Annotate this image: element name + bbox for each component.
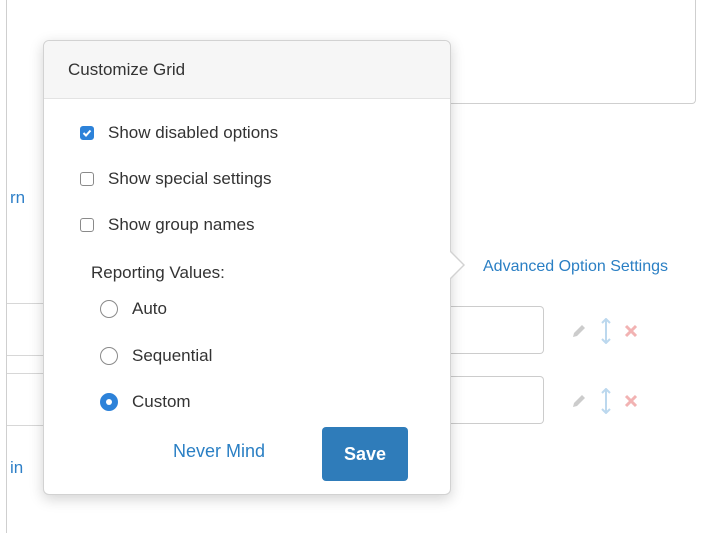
- left-border: [6, 0, 7, 533]
- row-actions: [570, 318, 638, 344]
- in-link-partial[interactable]: in: [10, 458, 23, 478]
- delete-icon[interactable]: [624, 324, 638, 338]
- radio-unselected[interactable]: [100, 347, 118, 365]
- learn-link-partial[interactable]: rn: [10, 188, 25, 208]
- radio-label: Sequential: [132, 346, 213, 365]
- checkmark-icon: [82, 129, 92, 137]
- radio-selected[interactable]: [100, 393, 118, 411]
- row-actions: [570, 388, 638, 414]
- delete-icon[interactable]: [624, 394, 638, 408]
- reporting-values-label: Reporting Values:: [91, 263, 225, 282]
- radio-unselected[interactable]: [100, 300, 118, 318]
- option-input[interactable]: [440, 306, 544, 354]
- divider: [7, 425, 47, 426]
- show-disabled-options-checkbox[interactable]: Show disabled options: [80, 123, 278, 143]
- checkbox-unchecked[interactable]: [80, 172, 94, 186]
- divider: [7, 303, 47, 304]
- radio-sequential[interactable]: Sequential: [100, 346, 212, 366]
- popover-title: Customize Grid: [44, 41, 450, 99]
- never-mind-button[interactable]: Never Mind: [173, 441, 265, 462]
- resize-vertical-icon[interactable]: [600, 388, 612, 414]
- radio-custom[interactable]: Custom: [100, 392, 191, 412]
- divider: [7, 355, 47, 356]
- option-input[interactable]: [440, 376, 544, 424]
- customize-grid-popover: Customize Grid Show disabled options Sho…: [43, 40, 465, 495]
- checkbox-label: Show special settings: [108, 169, 272, 188]
- checkbox-unchecked[interactable]: [80, 218, 94, 232]
- popover-arrow-inner: [450, 252, 463, 278]
- pencil-icon[interactable]: [570, 322, 588, 340]
- save-button[interactable]: Save: [322, 427, 408, 481]
- radio-label: Custom: [132, 392, 191, 411]
- text-area-box: [420, 0, 696, 104]
- show-special-settings-checkbox[interactable]: Show special settings: [80, 169, 271, 189]
- checkbox-checked[interactable]: [80, 126, 94, 140]
- advanced-option-settings-link[interactable]: Advanced Option Settings: [483, 258, 668, 276]
- radio-auto[interactable]: Auto: [100, 299, 167, 319]
- resize-vertical-icon[interactable]: [600, 318, 612, 344]
- show-group-names-checkbox[interactable]: Show group names: [80, 215, 254, 235]
- radio-label: Auto: [132, 299, 167, 318]
- checkbox-label: Show group names: [108, 215, 255, 234]
- checkbox-label: Show disabled options: [108, 123, 279, 142]
- pencil-icon[interactable]: [570, 392, 588, 410]
- divider: [7, 373, 47, 374]
- page: rn in Advanced Option Settings Customize…: [0, 0, 724, 533]
